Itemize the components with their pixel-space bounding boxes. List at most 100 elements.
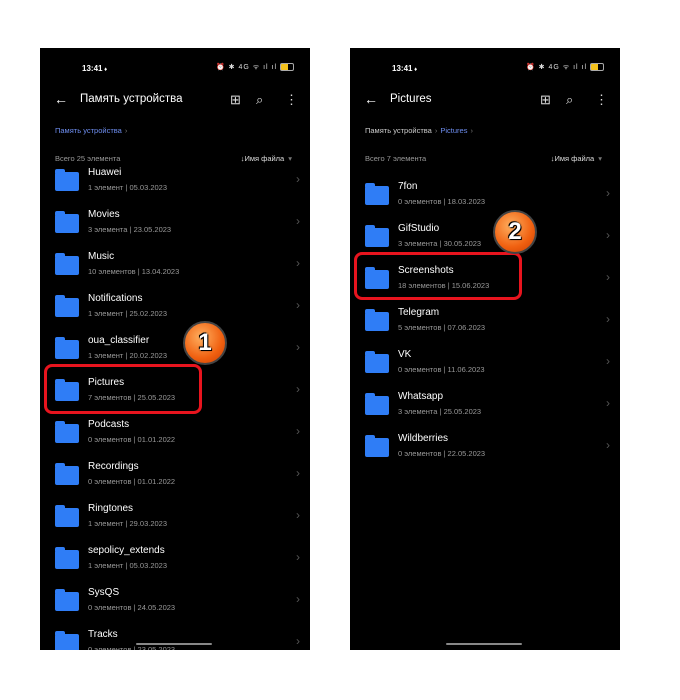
folder-meta: 0 элементов | 18.03.2023 <box>398 197 486 206</box>
folder-row[interactable]: Telegram 5 элементов | 07.06.2023 › <box>350 300 620 342</box>
gesture-bar[interactable] <box>446 643 522 645</box>
status-icons: ⏰ ✱ 4G ᯤ ıl ıl <box>216 63 294 72</box>
page-title: Память устройства <box>80 93 183 105</box>
gesture-bar[interactable] <box>136 643 212 645</box>
folder-meta: 3 элемента | 23.05.2023 <box>88 225 172 234</box>
folder-meta: 1 элемент | 25.02.2023 <box>88 309 168 318</box>
folder-meta: 0 элементов | 01.01.2022 <box>88 477 176 486</box>
chevron-right-icon: › <box>296 508 300 522</box>
back-arrow-icon[interactable]: ← <box>364 91 378 107</box>
chevron-right-icon: › <box>296 298 300 312</box>
highlight-box-screenshots <box>354 252 522 300</box>
phone-screen-device-storage: 13:41 ⏰ ✱ 4G ᯤ ıl ıl ← Память устройства… <box>40 48 310 650</box>
folder-icon <box>365 225 389 247</box>
chevron-right-icon: › <box>296 592 300 606</box>
dropdown-icon: ▾ <box>598 154 602 163</box>
folder-name: Wildberries <box>398 433 449 444</box>
folder-icon <box>365 183 389 205</box>
folder-meta: 1 элемент | 29.03.2023 <box>88 519 168 528</box>
folder-name: Notifications <box>88 293 143 304</box>
folder-meta: 1 элемент | 05.03.2023 <box>88 561 168 570</box>
chevron-right-icon: › <box>606 354 610 368</box>
folder-name: sepolicy_extends <box>88 545 165 556</box>
folder-row[interactable]: Huawei 1 элемент | 05.03.2023 › <box>40 166 310 202</box>
step-badge-1: 1 <box>183 321 227 365</box>
folder-name: SysQS <box>88 587 120 598</box>
chevron-right-icon: › <box>606 186 610 200</box>
step-badge-2: 2 <box>493 210 537 254</box>
dropdown-icon: ▾ <box>288 154 292 163</box>
folder-name: Telegram <box>398 307 440 318</box>
phone-screen-pictures: 13:41 ⏰ ✱ 4G ᯤ ıl ıl ← Pictures ⊞ ⌕ ⋮ Па… <box>350 48 620 650</box>
folder-icon <box>55 295 79 317</box>
sort-button[interactable]: ↓Имя файла ▾ <box>551 154 602 163</box>
folder-row[interactable]: SysQS 0 элементов | 24.05.2023 › <box>40 580 310 622</box>
grid-view-icon[interactable]: ⊞ <box>540 92 551 108</box>
folder-icon <box>55 589 79 611</box>
folder-name: VK <box>398 349 412 360</box>
folder-row[interactable]: Recordings 0 элементов | 01.01.2022 › <box>40 454 310 496</box>
folder-icon <box>55 253 79 275</box>
folder-meta: 3 элемента | 25.05.2023 <box>398 407 482 416</box>
folder-icon <box>55 211 79 233</box>
page-title: Pictures <box>390 93 432 105</box>
chevron-right-icon: › <box>296 340 300 354</box>
search-icon[interactable]: ⌕ <box>256 92 263 108</box>
folder-icon <box>365 393 389 415</box>
folder-row[interactable]: Wildberries 0 элементов | 22.05.2023 › <box>350 426 620 468</box>
status-time: 13:41 <box>392 64 417 73</box>
chevron-right-icon: › <box>296 550 300 564</box>
folder-meta: 0 элементов | 22.05.2023 <box>398 449 486 458</box>
grid-view-icon[interactable]: ⊞ <box>230 92 241 108</box>
folder-row[interactable]: Whatsapp 3 элемента | 25.05.2023 › <box>350 384 620 426</box>
folder-row[interactable]: Tracks 0 элементов | 23.05.2023 › <box>40 622 310 650</box>
breadcrumb: Память устройства › <box>55 126 128 135</box>
folder-name: Movies <box>88 209 120 220</box>
more-menu-icon[interactable]: ⋮ <box>285 92 298 108</box>
folder-meta: 0 элементов | 11.06.2023 <box>398 365 485 374</box>
chevron-right-icon: › <box>606 228 610 242</box>
chevron-right-icon: › <box>296 634 300 648</box>
folder-icon <box>55 169 79 191</box>
folder-icon <box>365 435 389 457</box>
battery-icon <box>280 63 294 72</box>
more-menu-icon[interactable]: ⋮ <box>595 92 608 108</box>
chevron-right-icon: › <box>296 424 300 438</box>
folder-row[interactable]: VK 0 элементов | 11.06.2023 › <box>350 342 620 384</box>
breadcrumb-item[interactable]: Память устройства <box>365 126 432 135</box>
chevron-right-icon: › <box>296 214 300 228</box>
search-icon[interactable]: ⌕ <box>566 92 573 108</box>
folder-meta: 10 элементов | 13.04.2023 <box>88 267 180 276</box>
chevron-right-icon: › <box>296 466 300 480</box>
folder-name: Ringtones <box>88 503 134 514</box>
folder-name: Music <box>88 251 115 262</box>
folder-row[interactable]: sepolicy_extends 1 элемент | 05.03.2023 › <box>40 538 310 580</box>
folder-name: Podcasts <box>88 419 130 430</box>
item-count: Всего 7 элемента <box>365 154 427 163</box>
folder-row[interactable]: 7fon 0 элементов | 18.03.2023 › <box>350 174 620 216</box>
folder-row[interactable]: Music 10 элементов | 13.04.2023 › <box>40 244 310 286</box>
folder-meta: 3 элемента | 30.05.2023 <box>398 239 482 248</box>
breadcrumb-item[interactable]: Память устройства <box>55 126 122 135</box>
folder-icon <box>55 463 79 485</box>
folder-meta: 0 элементов | 24.05.2023 <box>88 603 176 612</box>
battery-icon <box>590 63 604 72</box>
folder-name: GifStudio <box>398 223 440 234</box>
folder-name: 7fon <box>398 181 418 192</box>
back-arrow-icon[interactable]: ← <box>54 91 68 107</box>
folder-icon <box>55 421 79 443</box>
folder-name: oua_classifier <box>88 335 150 346</box>
chevron-right-icon: › <box>296 172 300 186</box>
breadcrumb-item[interactable]: Pictures <box>440 126 467 135</box>
folder-row[interactable]: Movies 3 элемента | 23.05.2023 › <box>40 202 310 244</box>
folder-meta: 0 элементов | 23.05.2023 <box>88 645 176 650</box>
folder-name: Tracks <box>88 629 118 640</box>
folder-row[interactable]: Ringtones 1 элемент | 29.03.2023 › <box>40 496 310 538</box>
folder-row[interactable]: Podcasts 0 элементов | 01.01.2022 › <box>40 412 310 454</box>
folder-icon <box>55 337 79 359</box>
chevron-right-icon: › <box>296 256 300 270</box>
folder-name: Recordings <box>88 461 139 472</box>
folder-icon <box>365 351 389 373</box>
sort-button[interactable]: ↓Имя файла ▾ <box>241 154 292 163</box>
folder-row[interactable]: Notifications 1 элемент | 25.02.2023 › <box>40 286 310 328</box>
